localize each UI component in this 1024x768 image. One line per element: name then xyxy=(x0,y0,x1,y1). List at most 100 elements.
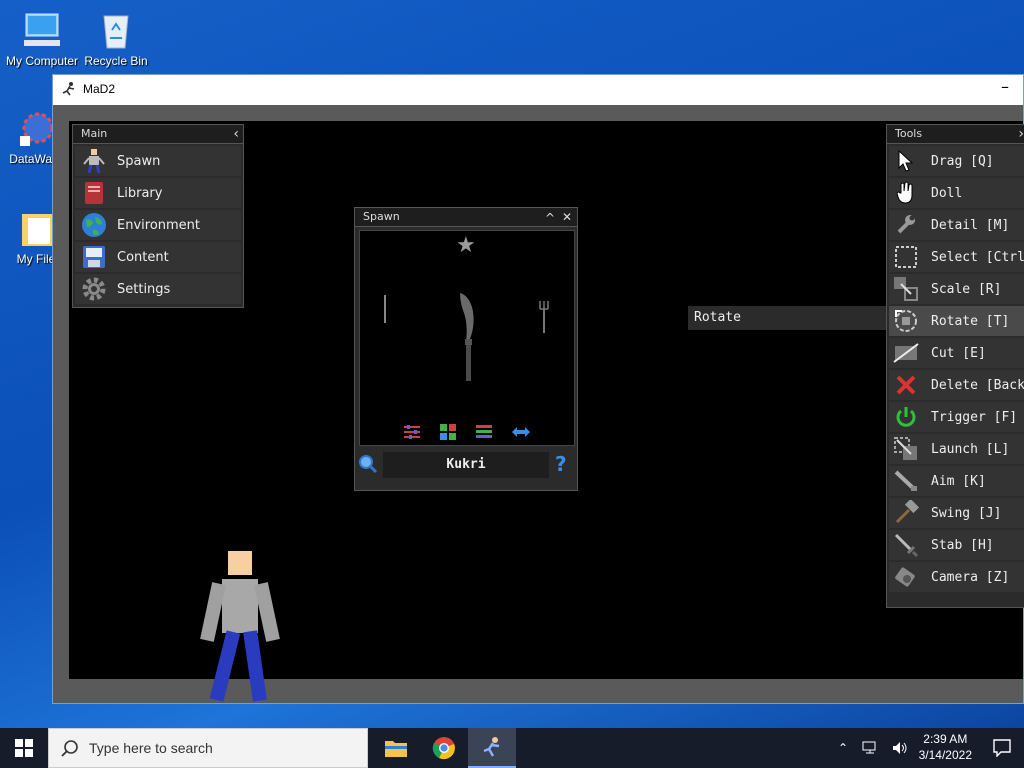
clock-time: 2:39 AM xyxy=(923,732,968,746)
main-panel-header[interactable]: Main ‹ xyxy=(73,125,243,144)
tool-cut[interactable]: Cut [E] xyxy=(889,338,1024,368)
spawn-preview-area[interactable]: ★ xyxy=(359,230,575,446)
collapse-right-icon[interactable]: › xyxy=(1018,125,1024,143)
tool-aim[interactable]: Aim [K] xyxy=(889,466,1024,496)
ragdoll-left-leg xyxy=(209,630,241,702)
tool-label: Delete [Back xyxy=(931,377,1024,393)
list-view-icon[interactable] xyxy=(475,423,493,441)
tool-label: Cut [E] xyxy=(931,345,986,361)
swap-arrows-icon[interactable] xyxy=(510,423,532,441)
tool-stab[interactable]: Stab [H] xyxy=(889,530,1024,560)
scale-icon xyxy=(893,276,919,302)
main-menu-content[interactable]: Content xyxy=(75,242,241,272)
search-icon[interactable] xyxy=(358,454,378,478)
main-panel-title: Main xyxy=(81,127,108,140)
tool-trigger[interactable]: Trigger [F] xyxy=(889,402,1024,432)
tool-label: Detail [M] xyxy=(931,217,1010,233)
tool-swing[interactable]: Swing [J] xyxy=(889,498,1024,528)
main-menu-settings[interactable]: Settings xyxy=(75,274,241,304)
filter-sliders-icon[interactable] xyxy=(402,423,422,441)
start-button[interactable] xyxy=(0,728,48,768)
desktop-icon-recycle-bin[interactable]: Recycle Bin xyxy=(74,8,158,68)
tool-drag[interactable]: Drag [Q] xyxy=(889,146,1024,176)
tool-select[interactable]: Select [Ctrl xyxy=(889,242,1024,272)
ragdoll-figure[interactable] xyxy=(200,551,284,702)
spawn-search-field[interactable]: Kukri xyxy=(383,452,549,478)
help-icon[interactable]: ? xyxy=(555,452,567,476)
hammer-icon xyxy=(893,500,919,526)
tool-label: Aim [K] xyxy=(931,473,986,489)
window-titlebar[interactable]: MaD2 – xyxy=(53,75,1023,105)
main-menu-label: Content xyxy=(117,249,169,265)
close-icon[interactable]: ✕ xyxy=(562,208,572,226)
taskbar-mad2[interactable] xyxy=(468,728,516,768)
ragdoll-torso xyxy=(222,579,258,633)
tool-label: Trigger [F] xyxy=(931,409,1018,425)
main-menu-environment[interactable]: Environment xyxy=(75,210,241,240)
grid-view-icon[interactable] xyxy=(439,423,457,441)
tool-detail[interactable]: Detail [M] xyxy=(889,210,1024,240)
ragdoll-right-leg xyxy=(243,630,267,702)
spawn-item-kukri[interactable] xyxy=(452,291,482,387)
gear-icon xyxy=(81,276,107,302)
floppy-disk-icon xyxy=(81,244,107,270)
book-icon xyxy=(81,180,107,206)
selection-box-icon xyxy=(893,244,919,270)
volume-icon[interactable] xyxy=(892,741,908,755)
sword-icon xyxy=(893,532,919,558)
network-icon[interactable] xyxy=(862,741,878,755)
tool-delete[interactable]: Delete [Back xyxy=(889,370,1024,400)
spawn-panel-header[interactable]: Spawn ^ ✕ xyxy=(355,208,577,227)
main-menu-label: Settings xyxy=(117,281,171,297)
app-logo-icon xyxy=(61,81,77,97)
power-icon xyxy=(893,404,919,430)
tool-label: Swing [J] xyxy=(931,505,1002,521)
windows-logo-icon xyxy=(15,739,33,757)
hand-icon xyxy=(893,180,919,206)
main-menu-library[interactable]: Library xyxy=(75,178,241,208)
globe-icon xyxy=(81,212,107,238)
cursor-icon xyxy=(893,148,919,174)
taskbar: Type here to search ⌃ 2:39 AM 3/14/2022 xyxy=(0,728,1024,768)
gear-shortcut-icon xyxy=(12,106,56,150)
main-menu-label: Environment xyxy=(117,217,201,233)
launch-icon xyxy=(893,436,919,462)
chevron-up-icon[interactable]: ⌃ xyxy=(838,741,848,755)
tool-label: Stab [H] xyxy=(931,537,994,553)
delete-x-icon xyxy=(893,372,919,398)
tool-doll[interactable]: Doll xyxy=(889,178,1024,208)
taskbar-search-box[interactable]: Type here to search xyxy=(48,728,368,768)
tool-rotate[interactable]: Rotate [T] xyxy=(889,306,1024,336)
main-menu-spawn[interactable]: Spawn xyxy=(75,146,241,176)
folder-icon xyxy=(385,741,407,757)
desktop-icon-label: My Computer xyxy=(5,54,79,68)
taskbar-file-explorer[interactable] xyxy=(372,728,420,768)
desktop-icon-my-computer[interactable]: My Computer xyxy=(0,8,84,68)
tool-label: Camera [Z] xyxy=(931,569,1010,585)
desktop-icon-label: Recycle Bin xyxy=(84,54,148,68)
tool-scale[interactable]: Scale [R] xyxy=(889,274,1024,304)
favorite-star-icon[interactable]: ★ xyxy=(456,233,476,258)
collapse-up-icon[interactable]: ^ xyxy=(545,209,555,227)
tool-label: Rotate [T] xyxy=(931,313,1010,329)
spawn-item-thin-blade[interactable] xyxy=(384,295,386,323)
tools-panel-header[interactable]: Tools › xyxy=(887,125,1024,144)
ragdoll-icon xyxy=(81,148,107,174)
tool-camera[interactable]: Camera [Z] xyxy=(889,562,1024,592)
collapse-icon[interactable]: ‹ xyxy=(233,125,239,143)
main-menu-label: Library xyxy=(117,185,163,201)
taskbar-clock[interactable]: 2:39 AM 3/14/2022 xyxy=(919,731,972,763)
taskbar-chrome[interactable] xyxy=(420,728,468,768)
computer-icon xyxy=(20,8,64,52)
desktop-icon-label: My File xyxy=(16,252,56,266)
tool-label: Select [Ctrl xyxy=(931,249,1024,265)
spawn-item-fork[interactable] xyxy=(538,301,550,335)
app-logo-icon xyxy=(483,737,500,757)
camera-icon xyxy=(893,564,919,590)
window-title: MaD2 xyxy=(83,82,116,96)
tool-launch[interactable]: Launch [L] xyxy=(889,434,1024,464)
minimize-button[interactable]: – xyxy=(1001,77,1009,96)
search-icon xyxy=(61,740,78,757)
ragdoll-head xyxy=(228,551,252,575)
notification-button[interactable] xyxy=(980,728,1024,768)
